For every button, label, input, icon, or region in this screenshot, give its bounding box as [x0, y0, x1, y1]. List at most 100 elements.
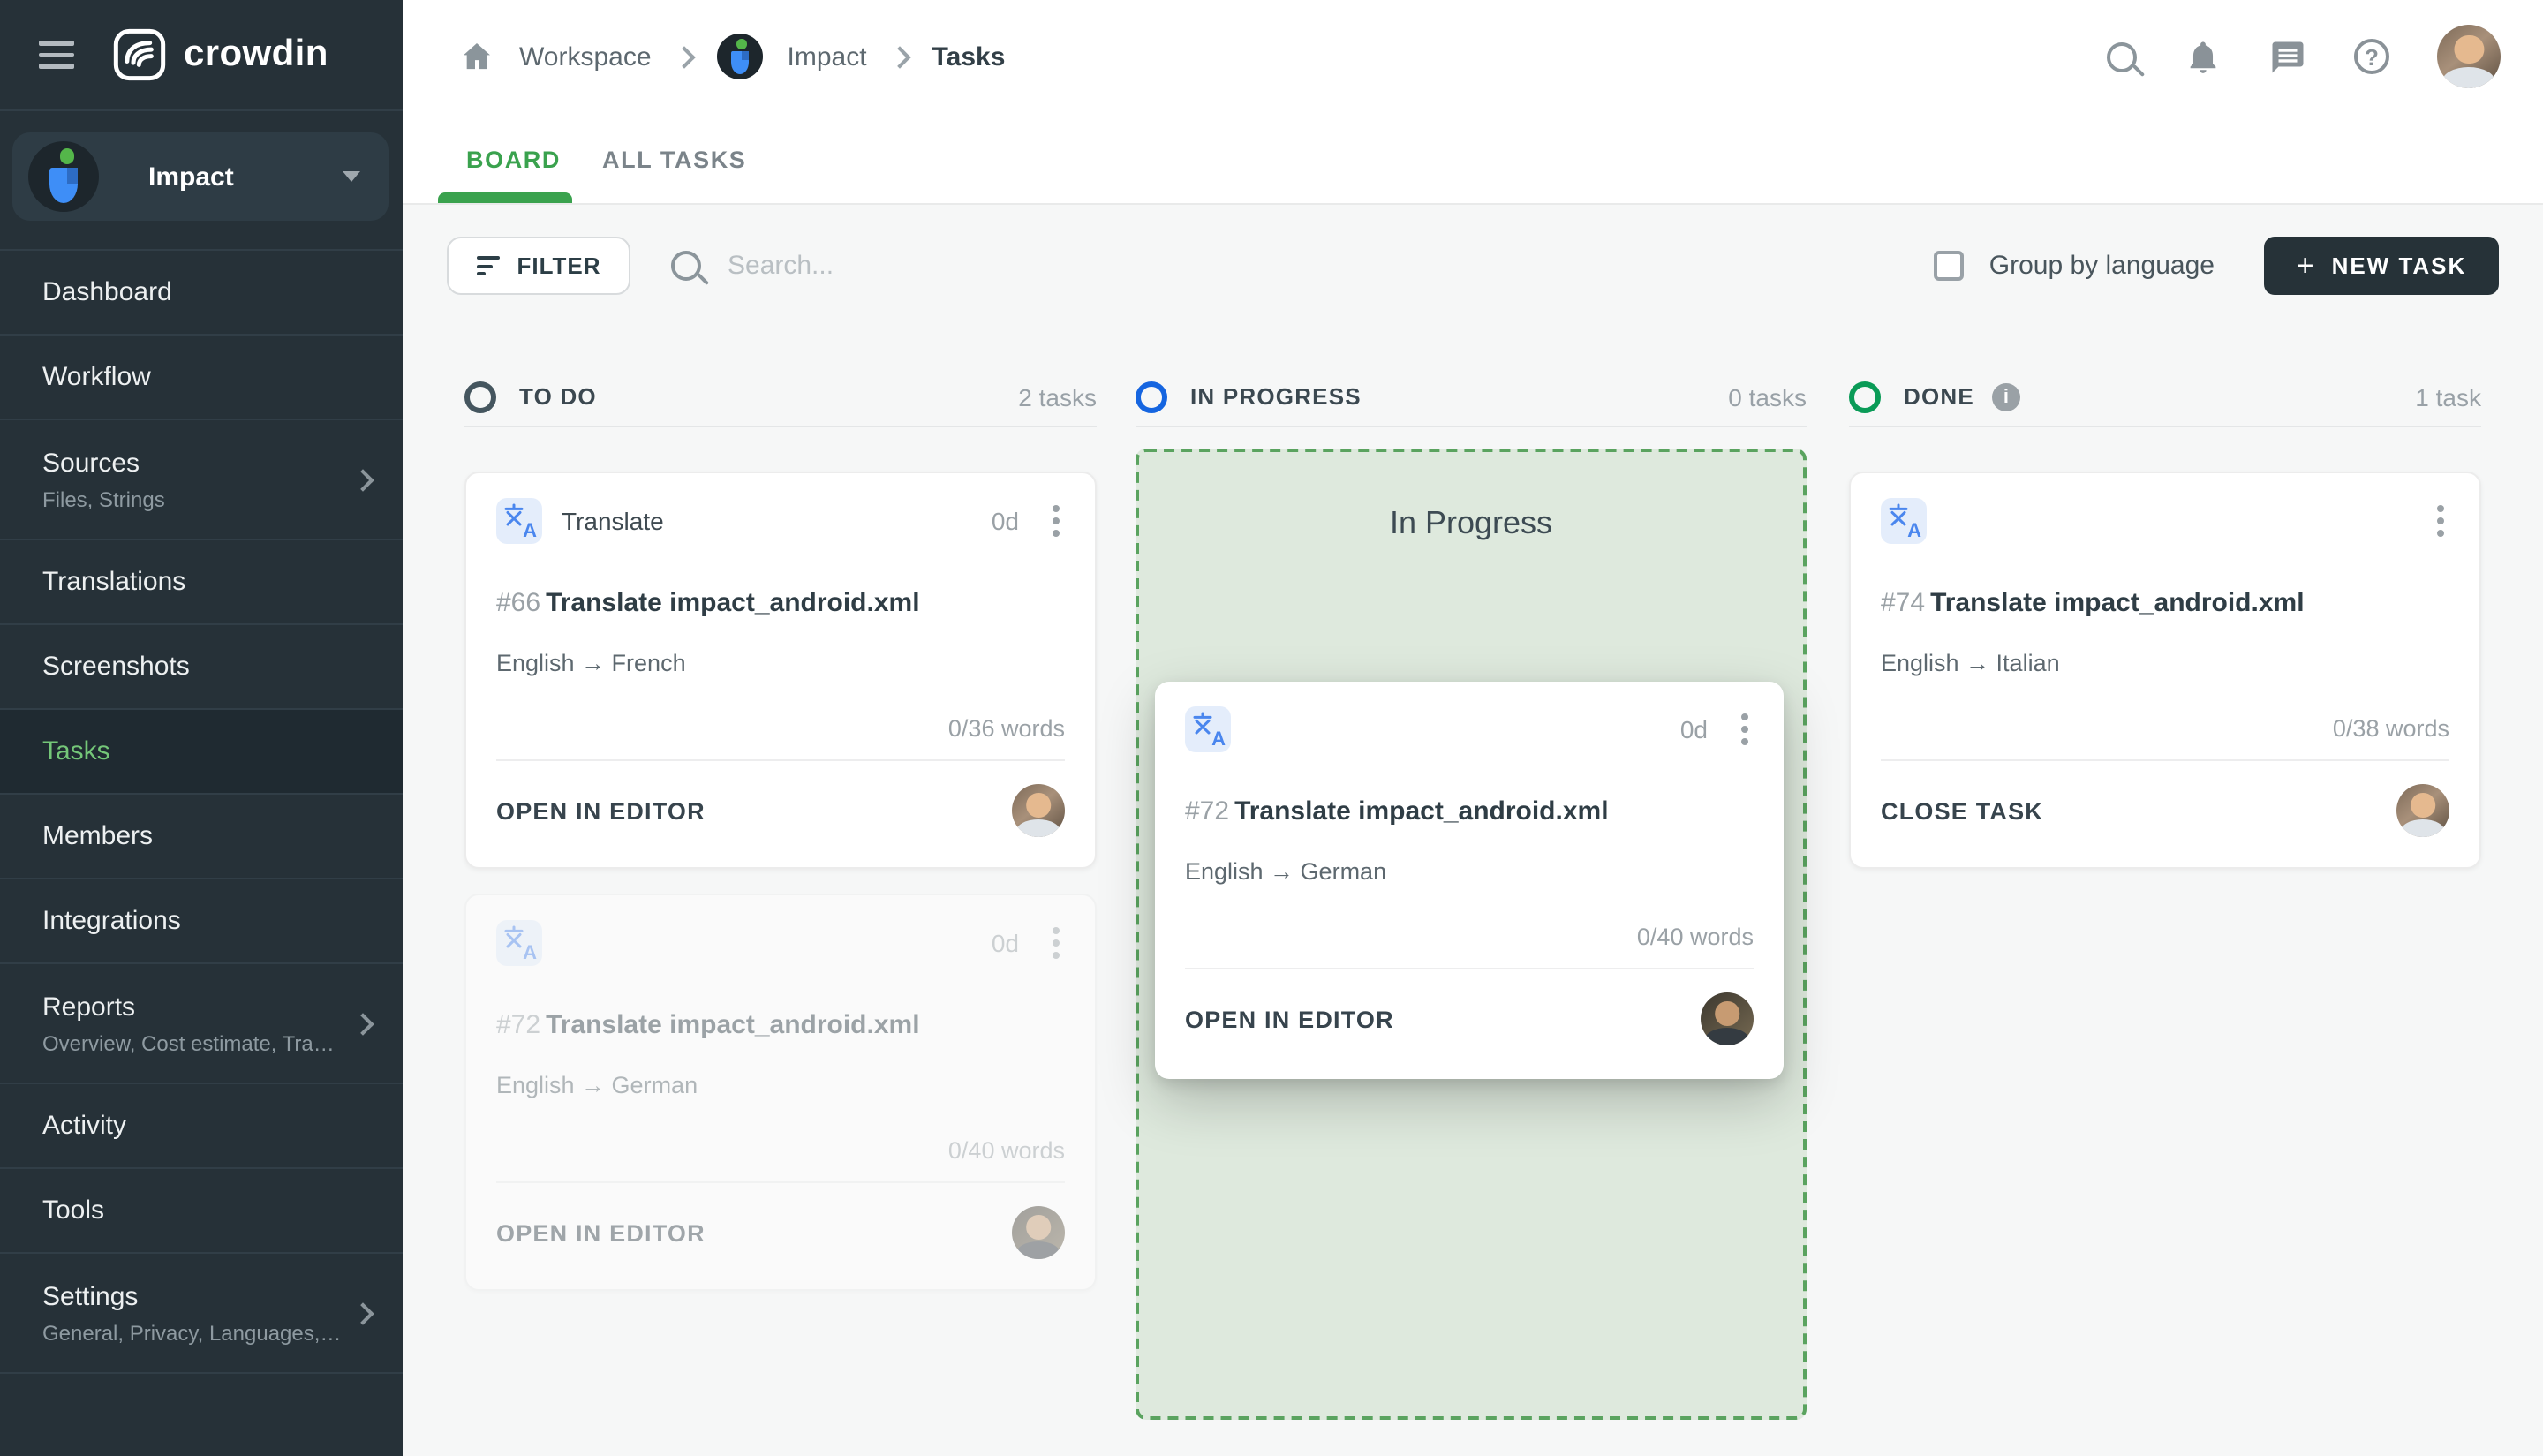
open-in-editor-button: OPEN IN EDITOR [496, 1219, 706, 1246]
status-circle-in-progress [1136, 381, 1167, 412]
column-done-header: DONE i 1 task [1849, 367, 2481, 427]
assignee-avatar[interactable] [2396, 784, 2449, 837]
kebab-menu-icon[interactable] [2434, 502, 2448, 540]
breadcrumb-workspace[interactable]: Workspace [519, 41, 652, 72]
toolbar-right: Group by language + NEW TASK [1934, 237, 2499, 295]
task-type-label: Translate [562, 507, 664, 535]
task-language-pair: English → French [496, 650, 686, 676]
crowdin-wordmark: crowdin [184, 34, 328, 74]
kebab-menu-icon[interactable] [1738, 710, 1752, 749]
column-done: DONE i 1 task A #74 Translate impact_andr… [1849, 367, 2481, 869]
active-tab-indicator [438, 192, 572, 203]
help-icon[interactable]: ? [2354, 39, 2389, 74]
status-circle-todo [464, 381, 496, 412]
kebab-menu-icon[interactable] [1049, 502, 1063, 540]
task-word-progress: 0/40 words [947, 1137, 1065, 1164]
breadcrumb-current-page: Tasks [932, 41, 1006, 72]
sidebar-header: crowdin [0, 0, 403, 111]
task-title: #72 Translate impact_android.xml [496, 1010, 920, 1040]
notifications-bell-icon[interactable] [2185, 38, 2222, 75]
task-card-72-dragging[interactable]: A 0d #72 Translate impact_android.xml Eng… [1155, 682, 1784, 1079]
crowdin-app: crowdin Impact Dashboard Workflow Source… [0, 0, 2543, 1456]
assignee-avatar[interactable] [1701, 992, 1754, 1045]
task-word-progress: 0/40 words [1636, 924, 1754, 950]
sidebar-item-members[interactable]: Members [0, 795, 403, 879]
tabbar: BOARD ALL TASKS [403, 113, 2543, 205]
sidebar: crowdin Impact Dashboard Workflow Source… [0, 0, 403, 1456]
drop-zone-label: In Progress [1389, 505, 1553, 540]
status-circle-done [1849, 381, 1881, 412]
sidebar-item-translations[interactable]: Translations [0, 540, 403, 625]
topbar: Workspace Impact Tasks ? [403, 0, 2543, 113]
group-by-language-checkbox[interactable] [1934, 251, 1965, 281]
breadcrumb: Workspace Impact Tasks [459, 34, 1005, 79]
sidebar-item-tasks[interactable]: Tasks [0, 710, 403, 795]
tab-board[interactable]: BOARD [466, 113, 561, 205]
breadcrumb-project[interactable]: Impact [788, 41, 867, 72]
search-bar [671, 237, 1190, 295]
translate-task-icon: A [1881, 498, 1927, 544]
sidebar-item-settings[interactable]: Settings General, Privacy, Languages, Q.… [0, 1254, 403, 1374]
column-in-progress-header: IN PROGRESS 0 tasks [1136, 367, 1807, 427]
task-card-66[interactable]: A Translate 0d #66 Translate impact_andro… [464, 472, 1097, 869]
board-content: FILTER Group by language + NEW TASK TO D… [403, 205, 2543, 1456]
task-count: 2 tasks [1018, 382, 1097, 411]
assignee-avatar [1012, 1206, 1065, 1259]
crowdin-logo-icon [113, 28, 166, 81]
column-todo: TO DO 2 tasks A Translate 0d #66 Translat… [464, 367, 1097, 1291]
task-word-progress: 0/36 words [947, 715, 1065, 742]
home-icon[interactable] [459, 39, 494, 74]
open-in-editor-button[interactable]: OPEN IN EDITOR [496, 797, 706, 824]
task-language-pair: English → German [1185, 858, 1387, 885]
sidebar-item-tools[interactable]: Tools [0, 1169, 403, 1254]
messages-icon[interactable] [2269, 38, 2306, 75]
translate-task-icon: A [1185, 706, 1231, 752]
task-word-progress: 0/38 words [2332, 715, 2449, 742]
project-selector[interactable]: Impact [12, 132, 389, 221]
column-in-progress: IN PROGRESS 0 tasks In Progress A 0d #72… [1136, 367, 1807, 1420]
new-task-button[interactable]: + NEW TASK [2264, 237, 2499, 295]
search-icon[interactable] [2107, 41, 2137, 72]
project-logo [28, 141, 99, 212]
open-in-editor-button[interactable]: OPEN IN EDITOR [1185, 1006, 1394, 1032]
crowdin-logo[interactable]: crowdin [113, 28, 328, 81]
sidebar-item-screenshots[interactable]: Screenshots [0, 625, 403, 710]
filter-button[interactable]: FILTER [447, 237, 630, 295]
user-avatar[interactable] [2437, 25, 2501, 88]
search-icon [671, 251, 701, 281]
task-language-pair: English → German [496, 1072, 698, 1098]
chevron-down-icon [343, 171, 360, 182]
assignee-avatar[interactable] [1012, 784, 1065, 837]
tab-all-tasks[interactable]: ALL TASKS [602, 113, 746, 205]
project-name: Impact [148, 162, 234, 192]
task-count: 0 tasks [1728, 382, 1807, 411]
task-title: #74 Translate impact_android.xml [1881, 588, 2305, 618]
sidebar-item-activity[interactable]: Activity [0, 1084, 403, 1169]
sidebar-item-dashboard[interactable]: Dashboard [0, 251, 403, 336]
hamburger-menu-icon[interactable] [39, 41, 74, 69]
topbar-actions: ? [2107, 25, 2501, 88]
column-todo-header: TO DO 2 tasks [464, 367, 1097, 427]
filter-icon [476, 256, 500, 275]
task-card-74[interactable]: A #74 Translate impact_android.xml Englis… [1849, 472, 2481, 869]
sidebar-item-sources[interactable]: Sources Files, Strings [0, 420, 403, 540]
sidebar-nav: Dashboard Workflow Sources Files, String… [0, 249, 403, 1374]
kebab-menu-icon [1049, 924, 1063, 962]
task-language-pair: English → Italian [1881, 650, 2060, 676]
group-by-language-label: Group by language [1988, 251, 2215, 281]
task-title: #72 Translate impact_android.xml [1185, 796, 1609, 826]
breadcrumb-project-avatar[interactable] [716, 34, 763, 79]
task-title: #66 Translate impact_android.xml [496, 588, 920, 618]
chevron-right-icon [887, 45, 911, 68]
chevron-right-icon [672, 45, 696, 68]
sidebar-item-workflow[interactable]: Workflow [0, 336, 403, 420]
task-duration: 0d [1679, 715, 1708, 743]
search-input[interactable] [724, 249, 1190, 283]
sidebar-item-reports[interactable]: Reports Overview, Cost estimate, Transl.… [0, 964, 403, 1084]
close-task-button[interactable]: CLOSE TASK [1881, 797, 2043, 824]
info-icon[interactable]: i [1991, 382, 2020, 411]
sidebar-item-integrations[interactable]: Integrations [0, 879, 403, 964]
task-count: 1 task [2415, 382, 2481, 411]
task-duration: 0d [991, 929, 1019, 957]
task-card-72-ghost: A 0d #72 Translate impact_android.xml Eng… [464, 894, 1097, 1291]
